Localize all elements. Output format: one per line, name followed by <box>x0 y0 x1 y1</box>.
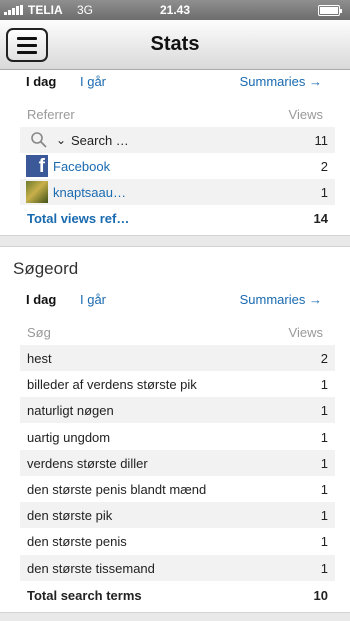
search-terms-tabs: I dag I går Summaries → <box>0 292 350 314</box>
right-arrow-icon: → <box>309 292 322 307</box>
summaries-link[interactable]: Summaries → <box>240 292 322 307</box>
search-term-views: 1 <box>320 455 328 471</box>
search-term-views: 1 <box>320 482 328 497</box>
total-label: Total search terms <box>27 588 142 603</box>
referrers-tabs: I dag I går Summaries → <box>0 74 350 96</box>
referrer-row[interactable]: knaptsaau… 1 <box>20 179 335 205</box>
search-term-label: hest <box>27 351 52 366</box>
referrer-label[interactable]: knaptsaau… <box>53 185 126 200</box>
search-term-views: 1 <box>320 377 328 393</box>
search-term-row[interactable]: den største penis blandt mænd 1 <box>20 476 335 502</box>
search-icon <box>31 132 47 148</box>
referrer-views: 11 <box>314 133 329 148</box>
status-bar: TELIA 3G 21.43 <box>0 0 350 20</box>
referrer-views: 2 <box>320 159 328 174</box>
status-time: 21.43 <box>159 3 191 17</box>
referrer-row[interactable]: f Facebook 2 <box>20 153 335 179</box>
page-title: Stats <box>150 33 200 55</box>
search-term-views: 1 <box>320 403 328 419</box>
search-term-row[interactable]: naturligt nøgen 1 <box>20 397 335 424</box>
search-column-label: Søg <box>27 325 51 340</box>
facebook-icon: f <box>26 155 48 177</box>
chevron-down-icon: ⌄ <box>56 133 67 147</box>
search-term-label: den største pik <box>27 508 113 524</box>
section-title: Søgeord <box>13 259 79 278</box>
referrer-label: Search … <box>71 133 129 148</box>
search-term-row[interactable]: hest 2 <box>20 345 335 371</box>
search-term-label: billeder af verdens største pik <box>27 377 197 393</box>
nav-bar: Stats <box>0 20 350 70</box>
battery-icon <box>318 5 342 16</box>
search-term-row[interactable]: den største pik 1 <box>20 502 335 529</box>
referrers-card: I dag I går Summaries → Referrer Views ⌄… <box>0 70 350 236</box>
search-term-label: verdens største diller <box>27 455 148 471</box>
avatar <box>26 181 48 203</box>
search-term-label: uartig ungdom <box>27 429 111 445</box>
search-terms-column-header: Søg Views <box>27 325 323 343</box>
search-term-views: 2 <box>320 351 328 366</box>
search-term-row[interactable]: den største penis 1 <box>20 528 335 554</box>
tab-yesterday[interactable]: I går <box>80 292 106 307</box>
search-term-row[interactable]: uartig ungdom 1 <box>20 424 335 450</box>
total-views: 14 <box>313 211 328 226</box>
search-term-row[interactable]: den største tissemand 1 <box>20 554 335 581</box>
search-terms-card: Søgeord I dag I går Summaries → Søg View… <box>0 246 350 613</box>
search-term-label: den største penis <box>27 534 127 550</box>
tab-today[interactable]: I dag <box>26 292 56 307</box>
search-term-views: 1 <box>320 508 328 524</box>
tab-yesterday[interactable]: I går <box>80 74 106 89</box>
search-referrer-row[interactable]: ⌄ Search … 11 <box>20 127 335 153</box>
search-term-label: naturligt nøgen <box>27 403 114 419</box>
total-views: 10 <box>313 588 328 603</box>
referrer-label[interactable]: Facebook <box>53 159 110 174</box>
tab-today[interactable]: I dag <box>26 74 56 89</box>
referrer-views: 1 <box>320 185 328 200</box>
views-column-label: Views <box>288 107 323 122</box>
summaries-link[interactable]: Summaries → <box>240 74 322 89</box>
search-term-row[interactable]: billeder af verdens største pik 1 <box>20 371 335 397</box>
referrers-column-header: Referrer Views <box>27 107 323 125</box>
search-term-views: 1 <box>320 534 328 550</box>
search-term-row[interactable]: verdens største diller 1 <box>20 449 335 476</box>
views-column-label: Views <box>288 325 323 340</box>
search-term-label: den største penis blandt mænd <box>27 482 207 497</box>
search-term-label: den største tissemand <box>27 560 155 576</box>
search-term-views: 1 <box>320 560 328 576</box>
right-arrow-icon: → <box>309 74 322 89</box>
search-term-views: 1 <box>320 429 328 445</box>
referrers-total-row[interactable]: Total views ref… 14 <box>20 205 335 231</box>
total-label[interactable]: Total views ref… <box>27 211 129 226</box>
search-terms-total-row: Total search terms 10 <box>20 582 335 608</box>
referrer-column-label: Referrer <box>27 107 75 122</box>
